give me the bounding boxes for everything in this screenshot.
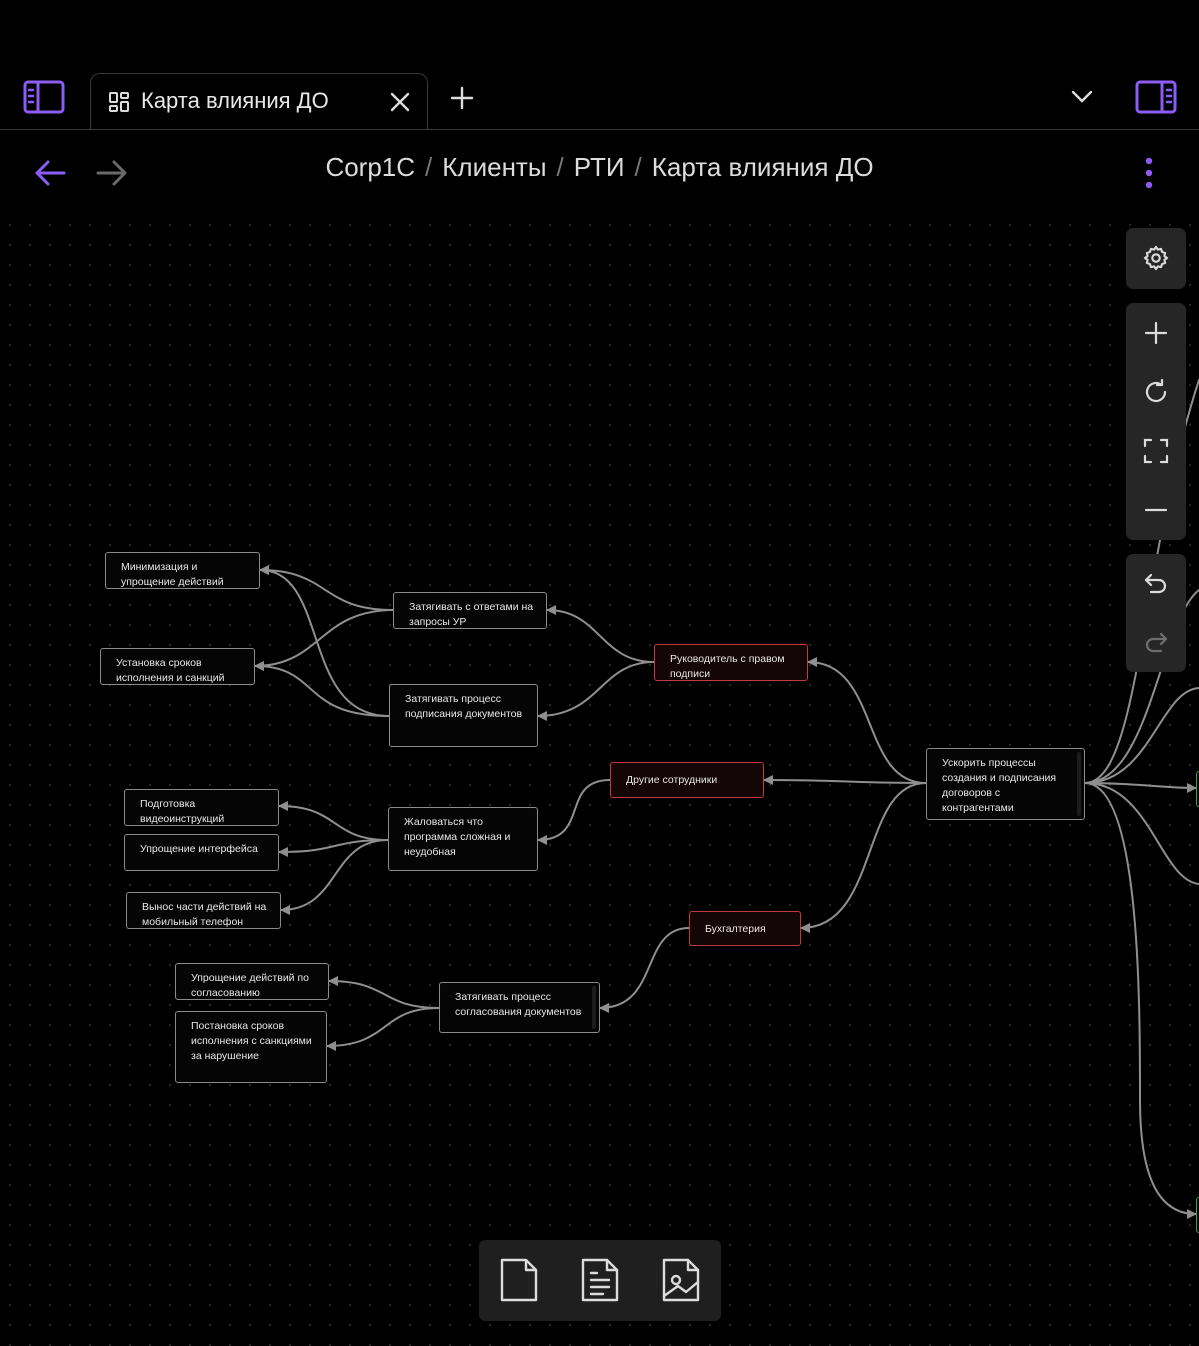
add-blank-card-icon[interactable] xyxy=(491,1252,547,1308)
edge xyxy=(280,839,389,915)
node-delay-approval[interactable]: Затягивать процесс согласования документ… xyxy=(439,982,600,1033)
node-accounting[interactable]: Бухгалтерия xyxy=(689,911,801,946)
close-icon[interactable] xyxy=(387,89,413,115)
breadcrumb-item[interactable]: Клиенты xyxy=(442,152,546,182)
node-other-employees[interactable]: Другие сотрудники xyxy=(610,762,764,798)
edge xyxy=(537,661,655,721)
redo-icon[interactable] xyxy=(1126,614,1186,672)
left-sidebar-toggle-icon[interactable] xyxy=(22,78,66,116)
settings-gear-icon[interactable] xyxy=(1126,229,1186,287)
tab-karta-vliyaniya[interactable]: Карта влияния ДО xyxy=(90,73,428,130)
zoom-in-plus-icon[interactable] xyxy=(1126,304,1186,362)
node-complain[interactable]: Жаловаться что программа сложная и неудо… xyxy=(388,807,538,871)
breadcrumb-item[interactable]: Corp1C xyxy=(325,152,415,182)
breadcrumb-item[interactable]: РТИ xyxy=(574,152,625,182)
edge xyxy=(763,775,927,786)
node-deadlines-penalties[interactable]: Постановка сроков исполнения с санкциями… xyxy=(175,1011,327,1083)
edge xyxy=(807,657,927,784)
edge xyxy=(1084,687,1199,784)
add-media-file-icon[interactable] xyxy=(653,1252,709,1308)
node-head-signatory[interactable]: Руководитель с правом подписи xyxy=(654,644,808,681)
chevron-down-icon[interactable] xyxy=(1068,86,1096,108)
tab-bar-divider xyxy=(0,129,1199,130)
node-video-instructions[interactable]: Подготовка видеоинструкций xyxy=(124,789,279,826)
add-note-file-icon[interactable] xyxy=(572,1252,628,1308)
node-simplify-approval[interactable]: Упрощение действий по согласованию xyxy=(175,963,329,1000)
settings-panel xyxy=(1126,228,1186,289)
edge xyxy=(800,782,927,933)
node-mobile[interactable]: Вынос части действий на мобильный телефо… xyxy=(126,892,281,929)
node-delay-signing[interactable]: Затягивать процесс подписания документов xyxy=(389,684,538,747)
undo-icon[interactable] xyxy=(1126,555,1186,613)
node-root[interactable]: Ускорить процессы создания и подписания … xyxy=(926,748,1085,820)
more-vertical-icon[interactable] xyxy=(1136,154,1162,192)
node-deadlines-sanctions[interactable]: Установка сроков исполнения и санкций xyxy=(100,648,255,685)
edge xyxy=(328,976,440,1009)
node-minimize[interactable]: Минимизация и упрощение действий xyxy=(105,552,260,589)
top-bar: Карта влияния ДО xyxy=(0,0,1199,130)
right-sidebar-toggle-icon[interactable] xyxy=(1133,78,1179,116)
node-delay-answers[interactable]: Затягивать с ответами на запросы УР xyxy=(393,592,547,629)
edge xyxy=(599,927,690,1013)
new-tab-plus-icon[interactable] xyxy=(448,84,476,112)
edge xyxy=(537,779,611,845)
edge xyxy=(254,661,390,717)
node-scrollbar[interactable] xyxy=(592,986,596,1029)
breadcrumb: Corp1C / Клиенты / РТИ / Карта влияния ДО xyxy=(325,152,874,182)
edge xyxy=(259,565,390,717)
dashboard-icon xyxy=(107,90,131,114)
breadcrumb-current[interactable]: Карта влияния ДО xyxy=(652,152,874,182)
edge xyxy=(278,801,389,841)
node-simplify-ui[interactable]: Упрощение интерфейса xyxy=(124,834,279,871)
node-scrollbar[interactable] xyxy=(1077,752,1081,816)
edge xyxy=(326,1007,440,1051)
edge xyxy=(1084,782,1197,1219)
zoom-out-minus-icon[interactable] xyxy=(1126,481,1186,539)
fit-screen-icon[interactable] xyxy=(1126,422,1186,480)
canvas[interactable]: Ускорить процессы создания и подписания … xyxy=(0,215,1199,1346)
tab-label: Карта влияния ДО xyxy=(141,88,329,113)
zoom-panel xyxy=(1126,303,1186,540)
edge xyxy=(1084,782,1199,885)
bottom-toolbar xyxy=(479,1240,721,1321)
reset-zoom-refresh-icon[interactable] xyxy=(1126,363,1186,421)
edge xyxy=(254,609,394,671)
edge xyxy=(546,605,655,663)
history-panel xyxy=(1126,554,1186,672)
